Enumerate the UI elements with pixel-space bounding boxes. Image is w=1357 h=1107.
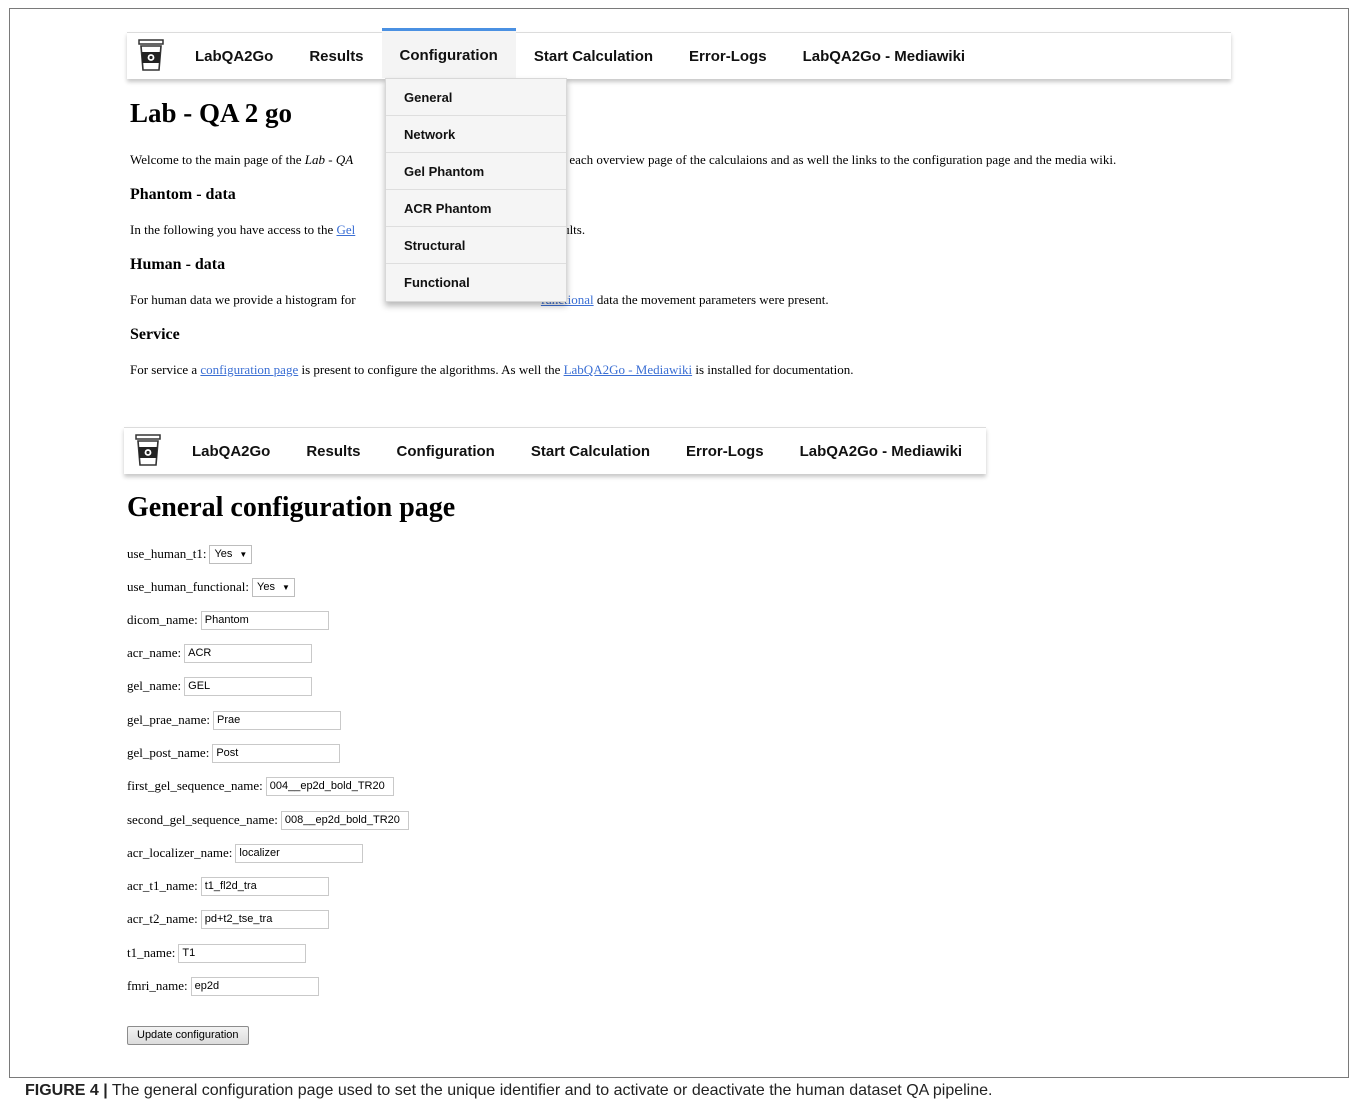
nav-mediawiki[interactable]: LabQA2Go - Mediawiki: [785, 33, 984, 79]
page-title: Lab - QA 2 go: [130, 98, 293, 128]
field-label: second_gel_sequence_name:: [127, 812, 278, 827]
acr-localizer-input[interactable]: [235, 843, 364, 863]
fmri-name-input[interactable]: [190, 976, 319, 996]
top-navbar: LabQA2Go Results Configuration Start Cal…: [127, 28, 1231, 79]
gel-name-row: gel_name:: [127, 676, 313, 696]
field-label: t1_name:: [127, 945, 176, 960]
field-label: first_gel_sequence_name:: [127, 778, 263, 793]
cup-logo-icon[interactable]: [128, 428, 168, 474]
acr-name-input[interactable]: [184, 643, 313, 663]
service-heading: Service: [130, 326, 180, 343]
gel-name-input[interactable]: [184, 676, 313, 696]
figure-caption: FIGURE 4 | The general configuration pag…: [25, 1082, 993, 1099]
nav-error-logs[interactable]: Error-Logs: [671, 33, 785, 79]
gel-prae-name-input[interactable]: [213, 710, 342, 730]
nav-results[interactable]: Results: [291, 33, 381, 79]
dropdown-item-structural[interactable]: Structural: [386, 227, 566, 264]
acr-t1-input[interactable]: [200, 876, 329, 896]
field-label: acr_t1_name:: [127, 878, 198, 893]
field-label: gel_post_name:: [127, 745, 210, 760]
acr-localizer-row: acr_localizer_name:: [127, 843, 364, 863]
t1-name-row: t1_name:: [127, 943, 307, 963]
field-label: gel_name:: [127, 678, 182, 693]
nav-mediawiki[interactable]: LabQA2Go - Mediawiki: [782, 428, 981, 474]
nav-configuration[interactable]: Configuration: [379, 428, 513, 474]
caret-down-icon: ▼: [281, 582, 290, 592]
config-page-title: General configuration page: [127, 492, 456, 523]
gel-post-name-input[interactable]: [212, 743, 341, 763]
dropdown-item-general[interactable]: General: [386, 79, 566, 116]
use-human-t1-select[interactable]: Yes ▼: [209, 544, 253, 564]
human-heading: Human - data: [130, 256, 226, 273]
nav-configuration[interactable]: Configuration: [381, 28, 516, 78]
acr-name-row: acr_name:: [127, 643, 313, 663]
gel-prae-name-row: gel_prae_name:: [127, 710, 342, 730]
dicom-name-input[interactable]: [200, 610, 329, 630]
field-label: gel_prae_name:: [127, 712, 211, 727]
second-gel-sequence-input[interactable]: [280, 810, 409, 830]
first-gel-sequence-row: first_gel_sequence_name:: [127, 776, 394, 796]
use-human-t1-row: use_human_t1: Yes ▼: [127, 544, 253, 564]
field-label: dicom_name:: [127, 612, 198, 627]
fmri-name-row: fmri_name:: [127, 976, 319, 996]
phantom-heading: Phantom - data: [130, 186, 236, 203]
field-label: acr_localizer_name:: [127, 845, 233, 860]
field-label: acr_name:: [127, 645, 182, 660]
acr-t1-row: acr_t1_name:: [127, 876, 329, 896]
service-text: For service a configuration page is pres…: [130, 362, 854, 377]
configuration-dropdown-menu: General Network Gel Phantom ACR Phantom …: [385, 78, 567, 302]
dropdown-item-gel-phantom[interactable]: Gel Phantom: [386, 153, 566, 190]
gel-link[interactable]: Gel: [337, 222, 356, 237]
field-label: acr_t2_name:: [127, 911, 198, 926]
dicom-name-row: dicom_name:: [127, 610, 329, 630]
mediawiki-link[interactable]: LabQA2Go - Mediawiki: [564, 362, 693, 377]
use-human-functional-select[interactable]: Yes ▼: [252, 577, 295, 597]
nav-labqa2go[interactable]: LabQA2Go: [177, 33, 291, 79]
use-human-functional-row: use_human_functional: Yes ▼: [127, 577, 295, 597]
field-label: use_human_functional:: [127, 579, 250, 594]
field-label: use_human_t1:: [127, 546, 207, 561]
nav-results[interactable]: Results: [288, 428, 378, 474]
cup-logo-icon[interactable]: [131, 33, 171, 79]
acr-t2-input[interactable]: [200, 909, 329, 929]
second-gel-sequence-row: second_gel_sequence_name:: [127, 810, 409, 830]
caret-down-icon: ▼: [239, 549, 248, 559]
acr-t2-row: acr_t2_name:: [127, 909, 329, 929]
update-configuration-button[interactable]: Update configuration: [127, 1026, 249, 1045]
dropdown-item-network[interactable]: Network: [386, 116, 566, 153]
field-label: fmri_name:: [127, 978, 188, 993]
dropdown-item-acr-phantom[interactable]: ACR Phantom: [386, 190, 566, 227]
config-navbar: LabQA2Go Results Configuration Start Cal…: [124, 427, 986, 474]
welcome-text: Welcome to the main page of the Lab - QA…: [130, 152, 1117, 167]
first-gel-sequence-input[interactable]: [265, 776, 394, 796]
nav-labqa2go[interactable]: LabQA2Go: [174, 428, 288, 474]
dropdown-item-functional[interactable]: Functional: [386, 264, 566, 301]
nav-start-calculation[interactable]: Start Calculation: [516, 33, 671, 79]
nav-error-logs[interactable]: Error-Logs: [668, 428, 782, 474]
gel-post-name-row: gel_post_name:: [127, 743, 341, 763]
nav-start-calculation[interactable]: Start Calculation: [513, 428, 668, 474]
t1-name-input[interactable]: [178, 943, 307, 963]
configuration-page-link[interactable]: configuration page: [200, 362, 298, 377]
